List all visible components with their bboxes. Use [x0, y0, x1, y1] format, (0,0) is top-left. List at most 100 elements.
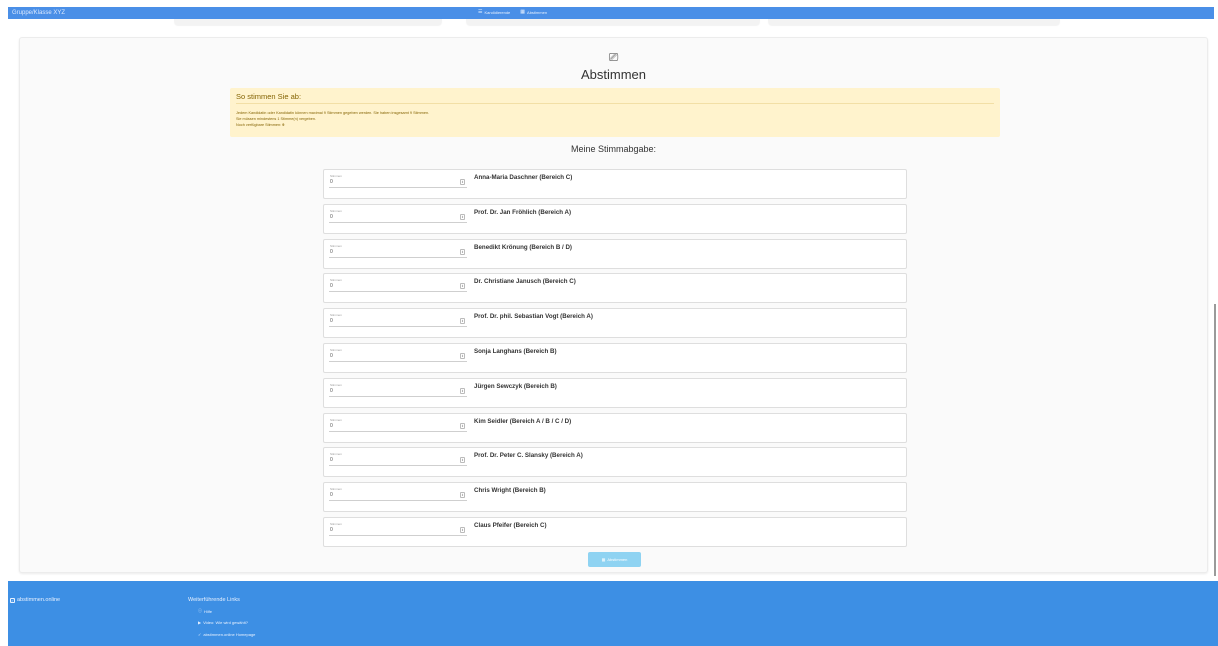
candidate-row: Stimmen 0 ⇕ Anna-Maria Daschner (Bereich C) — [323, 169, 907, 199]
footer-link-label: Video: Wie wird gewählt? — [203, 620, 248, 625]
candidate-name: Kim Seidler (Bereich A / B / C / D) — [474, 417, 572, 425]
votes-input[interactable]: 0 — [330, 457, 333, 463]
votes-input[interactable]: 0 — [330, 492, 333, 498]
input-underline — [329, 326, 467, 328]
spinner-icon[interactable]: ⇕ — [460, 248, 465, 255]
tab-shadow-center — [466, 19, 760, 25]
spinner-icon[interactable]: ⇕ — [460, 387, 465, 394]
footer-link-label: abstimmen.online Homepage — [203, 632, 256, 637]
votes-field-label: Stimmen — [330, 417, 342, 422]
remaining-votes-label: Noch verfügbare Stimmen: — [236, 123, 282, 127]
instructions-line: Jedem Kandidatin oder Kandidatin können … — [236, 111, 430, 115]
nav-item-abstimmen[interactable]: ▦ Abstimmen — [520, 9, 547, 15]
input-underline — [329, 221, 467, 223]
candidate-name: Dr. Christiane Janusch (Bereich C) — [474, 278, 576, 286]
candidate-name: Jürgen Sewczyk (Bereich B) — [474, 382, 557, 390]
input-underline — [329, 500, 467, 502]
spinner-icon[interactable]: ⇕ — [460, 213, 465, 220]
candidate-name: Benedikt Krönung (Bereich B / D) — [474, 243, 572, 251]
input-underline — [329, 395, 467, 397]
votes-input[interactable]: 0 — [330, 423, 333, 429]
submit-vote-button[interactable]: ▦ Abstimmen — [588, 552, 641, 567]
ballot-icon: ▦ — [520, 9, 526, 15]
instructions-line: Sie müssen mindestens 1 Stimme(n) vergeb… — [236, 117, 316, 121]
info-icon: ⓘ — [198, 608, 202, 613]
candidate-row: Stimmen 0 ⇕ Chris Wright (Bereich B) — [323, 482, 907, 513]
remaining-votes-value: 9 — [282, 123, 285, 127]
input-underline — [329, 361, 467, 362]
input-underline — [329, 256, 467, 258]
votes-input[interactable]: 0 — [330, 214, 333, 220]
voting-card: ⎚ Abstimmen So stimmen Sie ab: Jedem Kan… — [19, 37, 1208, 573]
votes-input[interactable]: 0 — [330, 179, 333, 185]
footer-link-help[interactable]: ⓘ Hilfe — [198, 608, 212, 614]
votes-field-label: Stimmen — [330, 174, 342, 178]
nav-item-kandidierende[interactable]: ☰ Kandidierende — [478, 9, 510, 15]
footer-links-title: Weiterführende Links — [188, 597, 240, 603]
footer: ✓ abstimmen.online Weiterführende Links … — [8, 581, 1218, 646]
votes-field-label: Stimmen — [330, 348, 342, 352]
candidate-name: Anna-Maria Daschner (Bereich C) — [474, 174, 573, 181]
votes-input[interactable]: 0 — [330, 283, 333, 289]
tab-shadow-right — [768, 19, 1060, 25]
page-title: Abstimmen — [580, 67, 647, 82]
navbar-brand[interactable]: Gruppe/Klasse XYZ — [8, 10, 65, 16]
spinner-icon[interactable]: ⇕ — [460, 179, 465, 185]
spinner-icon[interactable]: ⇕ — [460, 492, 465, 499]
input-underline — [329, 291, 467, 293]
votes-field-label: Stimmen — [330, 208, 342, 213]
input-underline — [329, 535, 467, 536]
candidate-row: Stimmen 0 ⇕ Kim Seidler (Bereich A / B / C … — [323, 412, 907, 443]
top-navbar: Gruppe/Klasse XYZ ☰ Kandidierende ▦ Abst… — [8, 7, 1214, 19]
votes-input[interactable]: 0 — [330, 318, 333, 324]
candidate-name: Chris Wright (Bereich B) — [474, 487, 546, 495]
votes-input[interactable]: 0 — [330, 527, 333, 533]
candidate-row: Stimmen 0 ⇕ Prof. Dr. phil. Sebastian Vogt … — [323, 308, 907, 339]
candidate-row: Stimmen 0 ⇕ Dr. Christiane Janusch (Bereich… — [323, 273, 907, 304]
votes-input[interactable]: 0 — [330, 249, 333, 255]
votes-field-label: Stimmen — [330, 487, 342, 492]
candidate-row: Stimmen 0 ⇕ Sonja Langhans (Bereich B) — [323, 343, 907, 373]
candidate-row: Stimmen 0 ⇕ Prof. Dr. Peter C. Slansky (Ber… — [323, 447, 907, 478]
footer-link-homepage[interactable]: ✓ abstimmen.online Homepage — [198, 632, 255, 637]
divider — [236, 103, 994, 104]
video-icon: ▶ — [198, 620, 202, 625]
spinner-icon[interactable]: ⇕ — [460, 283, 465, 290]
votes-input[interactable]: 0 — [330, 353, 333, 359]
spinner-icon[interactable]: ⇕ — [460, 318, 465, 325]
ballot-icon: ▦ — [601, 557, 606, 562]
scrollbar[interactable] — [1214, 304, 1216, 576]
footer-brand-label: abstimmen.online — [17, 597, 61, 603]
section-heading: Meine Stimmabgabe: — [570, 144, 657, 154]
candidate-name: Sonja Langhans (Bereich B) — [474, 348, 557, 355]
votes-input[interactable]: 0 — [330, 388, 333, 394]
spinner-icon[interactable]: ⇕ — [460, 422, 465, 429]
candidate-name: Prof. Dr. phil. Sebastian Vogt (Bereich … — [474, 313, 593, 321]
checkbox-icon: ✓ — [10, 597, 15, 603]
input-underline — [329, 465, 467, 467]
candidate-row: Stimmen 0 ⇕ Claus Pfeifer (Bereich C) — [323, 517, 907, 547]
input-underline — [329, 187, 467, 188]
votes-field-label: Stimmen — [330, 522, 342, 526]
votes-field-label: Stimmen — [330, 278, 342, 283]
checkbox-icon: ✓ — [198, 632, 202, 637]
instructions-alert: So stimmen Sie ab: Jedem Kandidatin oder… — [230, 88, 1000, 137]
candidate-row: Stimmen 0 ⇕ Benedikt Krönung (Bereich B / D… — [323, 238, 907, 269]
submit-label: Abstimmen — [607, 557, 628, 562]
spinner-icon[interactable]: ⇕ — [460, 353, 465, 359]
spinner-icon[interactable]: ⇕ — [460, 527, 465, 533]
nav-item-label: Abstimmen — [527, 9, 548, 15]
candidate-row: Stimmen 0 ⇕ Jürgen Sewczyk (Bereich B) — [323, 377, 907, 408]
input-underline — [329, 430, 467, 432]
votes-field-label: Stimmen — [330, 243, 342, 248]
navbar-menu: ☰ Kandidierende ▦ Abstimmen — [478, 9, 547, 15]
instructions-title: So stimmen Sie ab: — [236, 92, 302, 101]
votes-field-label: Stimmen — [330, 382, 342, 387]
candidate-row: Stimmen 0 ⇕ Prof. Dr. Jan Fröhlich (Bereich… — [323, 203, 907, 234]
spinner-icon[interactable]: ⇕ — [460, 457, 465, 464]
candidate-name: Prof. Dr. Peter C. Slansky (Bereich A) — [474, 452, 583, 460]
nav-item-label: Kandidierende — [484, 9, 511, 15]
footer-link-video[interactable]: ▶ Video: Wie wird gewählt? — [198, 620, 248, 625]
footer-brand[interactable]: ✓ abstimmen.online — [10, 597, 60, 603]
votes-field-label: Stimmen — [330, 313, 342, 318]
